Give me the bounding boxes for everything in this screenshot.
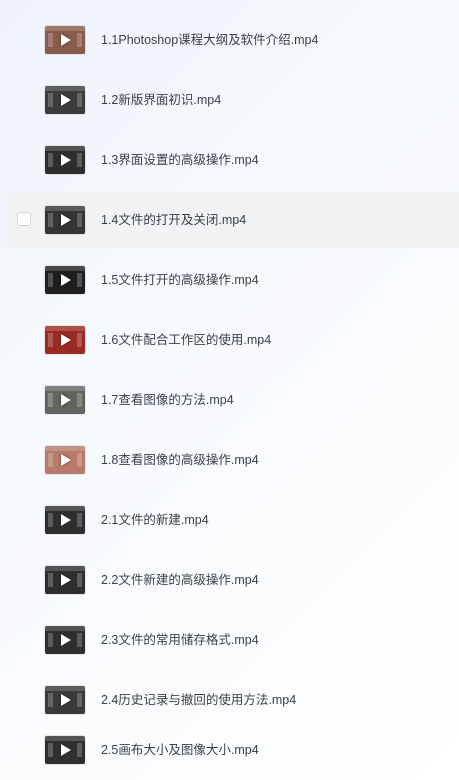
video-thumbnail bbox=[45, 446, 85, 474]
file-name: 1.5文件打开的高级操作.mp4 bbox=[101, 273, 259, 287]
file-name: 1.2新版界面初识.mp4 bbox=[101, 93, 222, 107]
video-thumbnail bbox=[45, 86, 85, 114]
play-icon bbox=[61, 454, 71, 466]
video-thumbnail bbox=[45, 26, 85, 54]
video-thumbnail bbox=[45, 686, 85, 714]
file-name: 1.8查看图像的高级操作.mp4 bbox=[101, 453, 259, 467]
play-icon bbox=[61, 334, 71, 346]
video-thumbnail bbox=[45, 326, 85, 354]
file-row[interactable]: 2.1文件的新建.mp4 bbox=[8, 492, 459, 548]
file-name: 2.1文件的新建.mp4 bbox=[101, 513, 209, 527]
play-icon bbox=[61, 94, 71, 106]
file-name: 1.4文件的打开及关闭.mp4 bbox=[101, 213, 247, 227]
video-thumbnail bbox=[45, 506, 85, 534]
play-icon bbox=[61, 634, 71, 646]
file-row[interactable]: 2.2文件新建的高级操作.mp4 bbox=[8, 552, 459, 608]
row-checkbox[interactable] bbox=[17, 212, 31, 226]
video-thumbnail bbox=[45, 206, 85, 234]
file-row[interactable]: 1.6文件配合工作区的使用.mp4 bbox=[8, 312, 459, 368]
file-name: 1.6文件配合工作区的使用.mp4 bbox=[101, 333, 272, 347]
file-name: 2.5画布大小及图像大小.mp4 bbox=[101, 743, 259, 757]
file-name: 2.3文件的常用储存格式.mp4 bbox=[101, 633, 259, 647]
play-icon bbox=[61, 154, 71, 166]
video-thumbnail bbox=[45, 266, 85, 294]
play-icon bbox=[61, 394, 71, 406]
video-thumbnail bbox=[45, 566, 85, 594]
file-row[interactable]: 2.4历史记录与撤回的使用方法.mp4 bbox=[8, 672, 459, 728]
file-row[interactable]: 1.8查看图像的高级操作.mp4 bbox=[8, 432, 459, 488]
file-row[interactable]: 2.3文件的常用储存格式.mp4 bbox=[8, 612, 459, 668]
file-row[interactable]: 1.7查看图像的方法.mp4 bbox=[8, 372, 459, 428]
file-row[interactable]: 2.5画布大小及图像大小.mp4 bbox=[8, 722, 459, 778]
file-row[interactable]: 1.1Photoshop课程大纲及软件介绍.mp4 bbox=[8, 12, 459, 68]
file-name: 2.4历史记录与撤回的使用方法.mp4 bbox=[101, 693, 297, 707]
file-row[interactable]: 1.3界面设置的高级操作.mp4 bbox=[8, 132, 459, 188]
video-thumbnail bbox=[45, 626, 85, 654]
file-row[interactable]: 1.4文件的打开及关闭.mp4 bbox=[8, 192, 459, 248]
file-name: 2.2文件新建的高级操作.mp4 bbox=[101, 573, 259, 587]
play-icon bbox=[61, 274, 71, 286]
play-icon bbox=[61, 744, 71, 756]
file-list: 1.1Photoshop课程大纲及软件介绍.mp4 1.2新版界面初识.mp4 … bbox=[0, 0, 459, 780]
play-icon bbox=[61, 514, 71, 526]
file-row[interactable]: 1.2新版界面初识.mp4 bbox=[8, 72, 459, 128]
play-icon bbox=[61, 214, 71, 226]
file-name: 1.3界面设置的高级操作.mp4 bbox=[101, 153, 259, 167]
play-icon bbox=[61, 694, 71, 706]
play-icon bbox=[61, 34, 71, 46]
file-name: 1.7查看图像的方法.mp4 bbox=[101, 393, 234, 407]
play-icon bbox=[61, 574, 71, 586]
file-row[interactable]: 1.5文件打开的高级操作.mp4 bbox=[8, 252, 459, 308]
video-thumbnail bbox=[45, 146, 85, 174]
video-thumbnail bbox=[45, 386, 85, 414]
file-name: 1.1Photoshop课程大纲及软件介绍.mp4 bbox=[101, 33, 319, 47]
video-thumbnail bbox=[45, 736, 85, 764]
